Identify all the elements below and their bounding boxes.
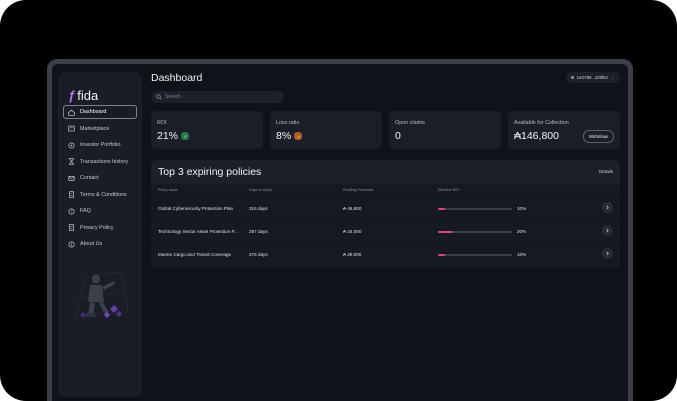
home-icon xyxy=(67,108,76,117)
roi-progress-bar xyxy=(438,208,512,210)
open-claims-label: Open claims xyxy=(395,120,425,126)
sidebar-item-about-us[interactable]: About Us xyxy=(63,237,137,251)
roi-progress-fill xyxy=(438,254,446,256)
wallet-icon xyxy=(570,76,574,79)
pending-premium: ₳ 46,800 xyxy=(343,206,362,211)
panel-header: Top 3 expiring policies Details xyxy=(151,160,620,184)
roi-value-row: 21% ↗ xyxy=(157,130,190,142)
stats-cards: ROI 21% ↗ Loss ratio 8% ↘ Open claims 0 … xyxy=(151,111,620,149)
document-icon xyxy=(67,223,76,232)
roi-progress-fill xyxy=(438,208,446,210)
trend-up-icon: ↗ xyxy=(181,132,190,140)
sidebar-item-contact[interactable]: Contact xyxy=(63,171,137,185)
sidebar-item-label: About Us xyxy=(80,241,103,247)
brand-name: fida xyxy=(77,88,99,103)
search-placeholder: Search xyxy=(165,94,181,100)
days-to-expiry: 316 days xyxy=(249,206,268,211)
sidebar-item-label: Investor Portfolio xyxy=(80,142,121,148)
sidebar: ƒ fida Dashboard Marketplace Investor Po… xyxy=(58,72,142,397)
portfolio-icon xyxy=(67,141,76,150)
open-claims-value: 0 xyxy=(395,130,401,142)
sidebar-item-label: FAQ xyxy=(80,208,91,214)
column-header: Pending Premiums xyxy=(343,188,374,192)
column-header: Effective ROI xyxy=(438,188,460,192)
policy-name: Marine Cargo and Transit Coverage xyxy=(158,252,232,257)
roi-card: ROI 21% ↗ xyxy=(151,111,263,149)
pending-premium: ₳ 34,000 xyxy=(343,229,362,234)
sidebar-item-marketplace[interactable]: Marketplace xyxy=(63,122,137,136)
question-icon: ? xyxy=(67,207,76,216)
withdraw-button[interactable]: Withdraw xyxy=(582,130,614,143)
sidebar-item-label: Dashboard xyxy=(80,109,107,115)
app-screen: ƒ fida Dashboard Marketplace Investor Po… xyxy=(52,64,628,401)
sidebar-item-terms[interactable]: Terms & Conditions xyxy=(63,188,137,202)
effective-roi: 10% xyxy=(517,252,527,257)
effective-roi: 20% xyxy=(517,229,527,234)
roi-value: 21% xyxy=(157,130,179,142)
loss-ratio-card: Loss ratio 8% ↘ xyxy=(270,111,382,149)
mail-icon xyxy=(67,174,76,183)
loss-ratio-value-row: 8% ↘ xyxy=(276,130,303,142)
table-header: Policy name Days to expiry Pending Premi… xyxy=(151,184,620,196)
roi-progress-bar xyxy=(438,231,512,233)
table-row[interactable]: Marine Cargo and Transit Coverage 276 da… xyxy=(151,242,620,265)
sidebar-item-privacy-policy[interactable]: Privacy Policy xyxy=(63,221,137,235)
roi-label: ROI xyxy=(157,120,167,126)
chevron-right-icon[interactable] xyxy=(602,225,613,236)
sidebar-item-transactions-history[interactable]: Transactions history xyxy=(63,155,137,169)
table-row[interactable]: Technology Sector Asset Protection P... … xyxy=(151,219,620,242)
svg-text:?: ? xyxy=(71,209,73,213)
sidebar-item-label: Marketplace xyxy=(80,125,110,132)
sidebar-item-investor-portfolio[interactable]: Investor Portfolio xyxy=(63,138,137,152)
panel-title: Top 3 expiring policies xyxy=(158,166,262,178)
monitor: ƒ fida Dashboard Marketplace Investor Po… xyxy=(47,59,633,401)
wallet-address: 1eO788...329f62 xyxy=(576,75,608,80)
available-card: Available for Collection ₳146,800 Withdr… xyxy=(508,111,620,149)
hourglass-icon xyxy=(67,157,76,166)
main-content: Dashboard Search 1eO788...329f62 ⋮ ROI 2… xyxy=(151,64,620,401)
sidebar-item-label: Privacy Policy xyxy=(80,224,114,231)
roi-progress-bar xyxy=(438,254,512,256)
details-link[interactable]: Details xyxy=(599,169,613,174)
roi-progress-fill xyxy=(438,231,453,233)
wallet-button[interactable]: 1eO788...329f62 ⋮ xyxy=(565,72,620,83)
available-value: ₳146,800 xyxy=(514,130,559,142)
search-input[interactable]: Search xyxy=(151,91,284,103)
column-header: Policy name xyxy=(158,188,178,192)
sidebar-illustration xyxy=(75,271,129,318)
sidebar-item-label: Transactions history xyxy=(80,158,129,165)
sidebar-item-dashboard[interactable]: Dashboard xyxy=(63,105,137,119)
info-icon xyxy=(67,240,76,249)
table-row[interactable]: Global Cybersecurity Protection Plan 316… xyxy=(151,196,620,219)
sidebar-nav: Dashboard Marketplace Investor Portfolio… xyxy=(63,105,137,254)
expiring-policies-panel: Top 3 expiring policies Details Policy n… xyxy=(151,160,620,269)
sidebar-item-label: Terms & Conditions xyxy=(80,191,127,198)
policy-name: Technology Sector Asset Protection P... xyxy=(158,229,238,234)
page-title: Dashboard xyxy=(151,72,203,84)
available-label: Available for Collection xyxy=(514,120,569,126)
column-header: Days to expiry xyxy=(249,188,272,192)
logo-mark-icon: ƒ xyxy=(68,88,76,103)
sidebar-item-label: Contact xyxy=(80,175,99,181)
pending-premium: ₳ 29,000 xyxy=(343,252,362,257)
document-icon xyxy=(67,190,76,199)
policy-name: Global Cybersecurity Protection Plan xyxy=(158,206,234,211)
loss-ratio-label: Loss ratio xyxy=(276,120,300,126)
brand-logo[interactable]: ƒ fida xyxy=(68,88,98,103)
days-to-expiry: 276 days xyxy=(249,252,268,257)
more-icon: ⋮ xyxy=(610,75,615,80)
search-icon xyxy=(156,94,162,100)
chevron-right-icon[interactable] xyxy=(602,248,613,259)
device-frame: ƒ fida Dashboard Marketplace Investor Po… xyxy=(0,0,677,401)
trend-down-icon: ↘ xyxy=(294,132,303,140)
effective-roi: 10% xyxy=(517,206,527,211)
chevron-right-icon[interactable] xyxy=(602,202,613,213)
store-icon xyxy=(67,124,76,133)
loss-ratio-value: 8% xyxy=(276,130,292,142)
open-claims-card: Open claims 0 xyxy=(389,111,501,149)
sidebar-item-faq[interactable]: ? FAQ xyxy=(63,204,137,218)
days-to-expiry: 287 days xyxy=(249,229,268,234)
